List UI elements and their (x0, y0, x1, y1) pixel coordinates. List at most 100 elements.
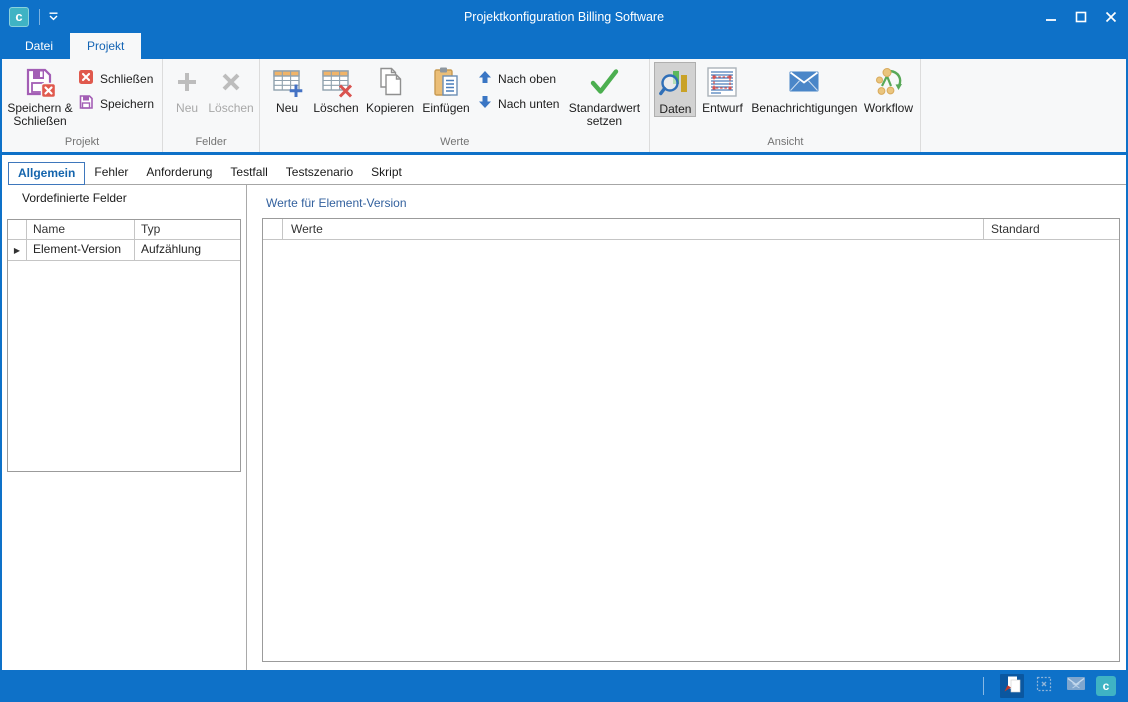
view-tabstrip: Allgemein Fehler Anforderung Testfall Te… (2, 155, 1126, 185)
window-title: Projektkonfiguration Billing Software (2, 0, 1126, 33)
tab-testszenario[interactable]: Testszenario (277, 162, 362, 184)
tab-allgemein[interactable]: Allgemein (8, 162, 85, 185)
ribbon-save-label: Speichern (100, 97, 154, 111)
werte-move-buttons: Nach oben Nach unten (474, 62, 563, 114)
cell-field-name[interactable]: Element-Version (27, 240, 135, 260)
move-up-button[interactable]: Nach oben (474, 68, 563, 89)
view-workflow-label: Workflow (864, 102, 913, 115)
envelope-dim-icon (1067, 677, 1085, 695)
cell-field-typ[interactable]: Aufzählung (135, 240, 240, 260)
ribbon-group-ansicht: Daten Entwurf (650, 59, 921, 152)
pages-icon (1003, 675, 1021, 698)
row-indicator: ▶ (8, 240, 27, 260)
view-workflow-button[interactable]: Workflow (860, 62, 916, 115)
status-design-view-button[interactable] (1032, 674, 1056, 698)
fields-grid-row[interactable]: ▶ Element-Version Aufzählung (8, 240, 240, 261)
app-window: c Projektkonfiguration Billing Software … (0, 0, 1128, 702)
window-controls (1036, 0, 1126, 33)
move-down-label: Nach unten (498, 97, 559, 111)
tab-testfall[interactable]: Testfall (221, 162, 276, 184)
ribbon: Speichern & Schließen Schließen Speicher… (2, 59, 1126, 152)
felder-delete-button[interactable]: Löschen (207, 62, 255, 115)
ribbon-tab-projekt[interactable]: Projekt (70, 33, 141, 59)
values-panel-title: Werte für Element-Version (247, 196, 1126, 210)
felder-delete-label: Löschen (208, 102, 253, 115)
titlebar: c Projektkonfiguration Billing Software (2, 0, 1126, 33)
qat-dropdown-icon[interactable] (48, 12, 59, 21)
view-benachrichtigungen-button[interactable]: Benachrichtigungen (748, 62, 860, 115)
left-panel-title: Vordefinierte Felder (2, 191, 246, 205)
tab-fehler[interactable]: Fehler (85, 162, 137, 184)
view-benachrichtigungen-label: Benachrichtigungen (751, 102, 857, 115)
qat-separator (39, 9, 40, 25)
save-close-button[interactable]: Speichern & Schließen (6, 62, 74, 128)
workflow-icon (872, 64, 904, 99)
close-window-button[interactable] (1096, 0, 1126, 33)
copy-icon (374, 64, 406, 99)
column-header-standard[interactable]: Standard (984, 219, 1119, 239)
column-header-name[interactable]: Name (27, 220, 135, 239)
status-notifications-button[interactable] (1064, 674, 1088, 698)
save-floppy-icon (78, 94, 94, 113)
set-default-label: Standardwert setzen (569, 102, 640, 128)
row-arrow-icon: ▶ (14, 246, 20, 255)
paste-button[interactable]: Einfügen (418, 62, 474, 115)
main-content: Vordefinierte Felder Name Typ ▶ Element-… (2, 185, 1126, 670)
status-data-view-button[interactable] (1000, 674, 1024, 698)
arrow-down-icon (478, 95, 492, 112)
view-daten-button[interactable]: Daten (654, 62, 696, 117)
werte-delete-button[interactable]: Löschen (310, 62, 362, 115)
copy-button[interactable]: Kopieren (362, 62, 418, 115)
plus-icon (174, 64, 200, 99)
werte-new-label: Neu (276, 102, 298, 115)
statusbar-separator (983, 677, 984, 695)
save-close-label: Speichern & Schließen (7, 102, 72, 128)
ribbon-tab-datei[interactable]: Datei (8, 33, 70, 59)
projekt-small-buttons: Schließen Speichern (74, 62, 158, 114)
maximize-button[interactable] (1066, 0, 1096, 33)
column-header-typ[interactable]: Typ (135, 220, 240, 239)
view-daten-label: Daten (659, 103, 691, 116)
werte-delete-label: Löschen (313, 102, 358, 115)
close-red-x-icon (78, 69, 94, 88)
table-add-icon (271, 64, 303, 99)
ribbon-close-button[interactable]: Schließen (74, 68, 158, 89)
set-default-button[interactable]: Standardwert setzen (563, 62, 645, 128)
group-label-ansicht: Ansicht (652, 135, 918, 152)
table-delete-icon (320, 64, 352, 99)
werte-new-button[interactable]: Neu (264, 62, 310, 115)
paste-icon (430, 64, 462, 99)
felder-new-label: Neu (176, 102, 198, 115)
column-header-werte[interactable]: Werte (283, 219, 984, 239)
fields-grid-header: Name Typ (8, 220, 240, 240)
tab-skript[interactable]: Skript (362, 162, 411, 184)
ribbon-close-label: Schließen (100, 72, 153, 86)
fields-grid: Name Typ ▶ Element-Version Aufzählung (7, 219, 241, 472)
design-icon (706, 64, 738, 99)
copy-label: Kopieren (366, 102, 414, 115)
tab-anforderung[interactable]: Anforderung (137, 162, 221, 184)
magnifier-chart-icon (659, 65, 691, 100)
values-grid: Werte Standard (262, 218, 1120, 662)
move-down-button[interactable]: Nach unten (474, 93, 563, 114)
save-close-icon (24, 64, 56, 99)
ribbon-group-werte: Neu Löschen (260, 59, 650, 152)
app-logo-icon[interactable]: c (9, 7, 29, 27)
status-app-logo-icon[interactable]: c (1096, 676, 1116, 696)
paste-label: Einfügen (422, 102, 469, 115)
group-label-projekt: Projekt (4, 135, 160, 152)
values-row-indicator-header (263, 219, 283, 239)
ribbon-save-button[interactable]: Speichern (74, 93, 158, 114)
ribbon-group-projekt: Speichern & Schließen Schließen Speicher… (2, 59, 163, 152)
statusbar: c (2, 670, 1126, 702)
felder-new-button[interactable]: Neu (167, 62, 207, 115)
view-entwurf-button[interactable]: Entwurf (696, 62, 748, 115)
values-panel: Werte für Element-Version Werte Standard (247, 185, 1126, 670)
values-grid-body[interactable] (263, 240, 1119, 661)
minimize-button[interactable] (1036, 0, 1066, 33)
delete-x-icon (218, 64, 244, 99)
group-label-felder: Felder (165, 135, 257, 152)
group-label-werte: Werte (262, 135, 647, 152)
envelope-icon (789, 64, 819, 99)
arrow-up-icon (478, 70, 492, 87)
